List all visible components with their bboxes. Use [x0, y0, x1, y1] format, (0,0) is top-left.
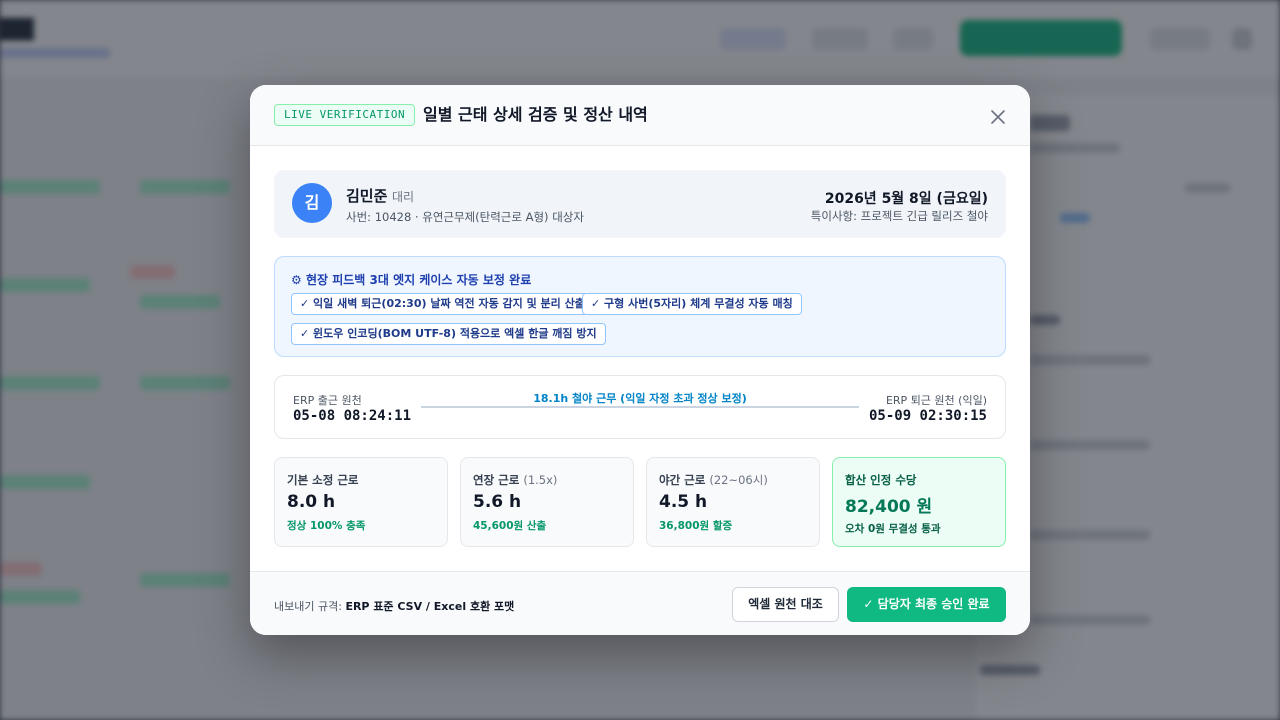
employee-card: 김 김민준 대리 사번: 10428 · 유연근무제(탄력근로 A형) 대상자 …: [274, 170, 1006, 238]
stat-note: 36,800원 할증: [659, 520, 733, 532]
employee-rank: 대리: [392, 190, 415, 204]
close-icon: [991, 110, 1005, 124]
compare-excel-button[interactable]: 엑셀 원천 대조: [732, 587, 839, 622]
stat-card-overtime: 연장 근로 (1.5x) 5.6 h 45,600원 산출: [460, 457, 634, 547]
stat-label: 합산 인정 수당: [845, 473, 917, 487]
timeline-bar: [421, 406, 859, 408]
special-note: 특이사항: 프로젝트 긴급 릴리즈 철야: [810, 209, 988, 223]
stat-label: 야간 근로 (22~06시): [659, 473, 768, 487]
work-date: 2026년 5월 8일 (금요일): [824, 191, 988, 207]
feedback-chip: ✓ 윈도우 인코딩(BOM UTF-8) 적용으로 엑셀 한글 깨짐 방지: [291, 323, 606, 345]
avatar: 김: [292, 183, 332, 223]
stat-value: 82,400 원: [845, 497, 933, 517]
stat-note: 오차 0원 무결성 통과: [845, 523, 941, 535]
employee-meta: 사번: 10428 · 유연근무제(탄력근로 A형) 대상자: [346, 210, 584, 224]
live-verification-badge: LIVE VERIFICATION: [274, 104, 416, 126]
clock-out-label: ERP 퇴근 원천 (익일): [885, 394, 987, 407]
duration-label: 18.1h 철야 근무 (익일 자정 초과 정상 보정): [533, 392, 747, 405]
stat-note: 45,600원 산출: [473, 520, 547, 532]
close-button[interactable]: [986, 105, 1010, 129]
stat-note: 정상 100% 충족: [287, 520, 366, 532]
stat-card-base-hours: 기본 소정 근로 8.0 h 정상 100% 충족: [274, 457, 448, 547]
stat-label: 기본 소정 근로: [287, 473, 359, 487]
final-approve-button[interactable]: ✓ 담당자 최종 승인 완료: [847, 587, 1006, 622]
modal-footer: 내보내기 규격: ERP 표준 CSV / Excel 호환 포맷 엑셀 원천 …: [250, 571, 1030, 635]
feedback-title: ⚙ 현장 피드백 3대 엣지 케이스 자동 보정 완료: [291, 271, 531, 288]
clock-out-time: 05-09 02:30:15: [868, 408, 987, 424]
feedback-title-text: 현장 피드백 3대 엣지 케이스 자동 보정 완료: [305, 273, 532, 287]
modal-header: LIVE VERIFICATION 일별 근태 상세 검증 및 정산 내역: [250, 85, 1030, 146]
stat-value: 4.5 h: [659, 492, 708, 512]
modal-title: 일별 근태 상세 검증 및 정산 내역: [423, 105, 648, 124]
clock-in-label: ERP 출근 원천: [293, 394, 362, 407]
stat-card-night-work: 야간 근로 (22~06시) 4.5 h 36,800원 할증: [646, 457, 820, 547]
stat-card-total-allowance: 합산 인정 수당 82,400 원 오차 0원 무결성 통과: [832, 457, 1006, 547]
feedback-chip: ✓ 익일 새벽 퇴근(02:30) 날짜 역전 자동 감지 및 분리 산출: [291, 293, 594, 315]
feedback-chip: ✓ 구형 사번(5자리) 체계 무결성 자동 매칭: [582, 293, 802, 315]
gear-icon: ⚙: [291, 273, 302, 287]
stat-label: 연장 근로 (1.5x): [473, 473, 558, 487]
erp-timeline: ERP 출근 원천 05-08 08:24:11 18.1h 철야 근무 (익일…: [274, 375, 1006, 439]
employee-name: 김민준: [346, 187, 388, 205]
edge-case-feedback-panel: ⚙ 현장 피드백 3대 엣지 케이스 자동 보정 완료 ✓ 익일 새벽 퇴근(0…: [274, 256, 1006, 357]
attendance-verification-modal: LIVE VERIFICATION 일별 근태 상세 검증 및 정산 내역 김 …: [250, 85, 1030, 635]
stat-value: 8.0 h: [287, 492, 336, 512]
stat-value: 5.6 h: [473, 492, 522, 512]
export-spec: 내보내기 규격: ERP 표준 CSV / Excel 호환 포맷: [274, 600, 515, 613]
clock-in-time: 05-08 08:24:11: [293, 408, 412, 424]
